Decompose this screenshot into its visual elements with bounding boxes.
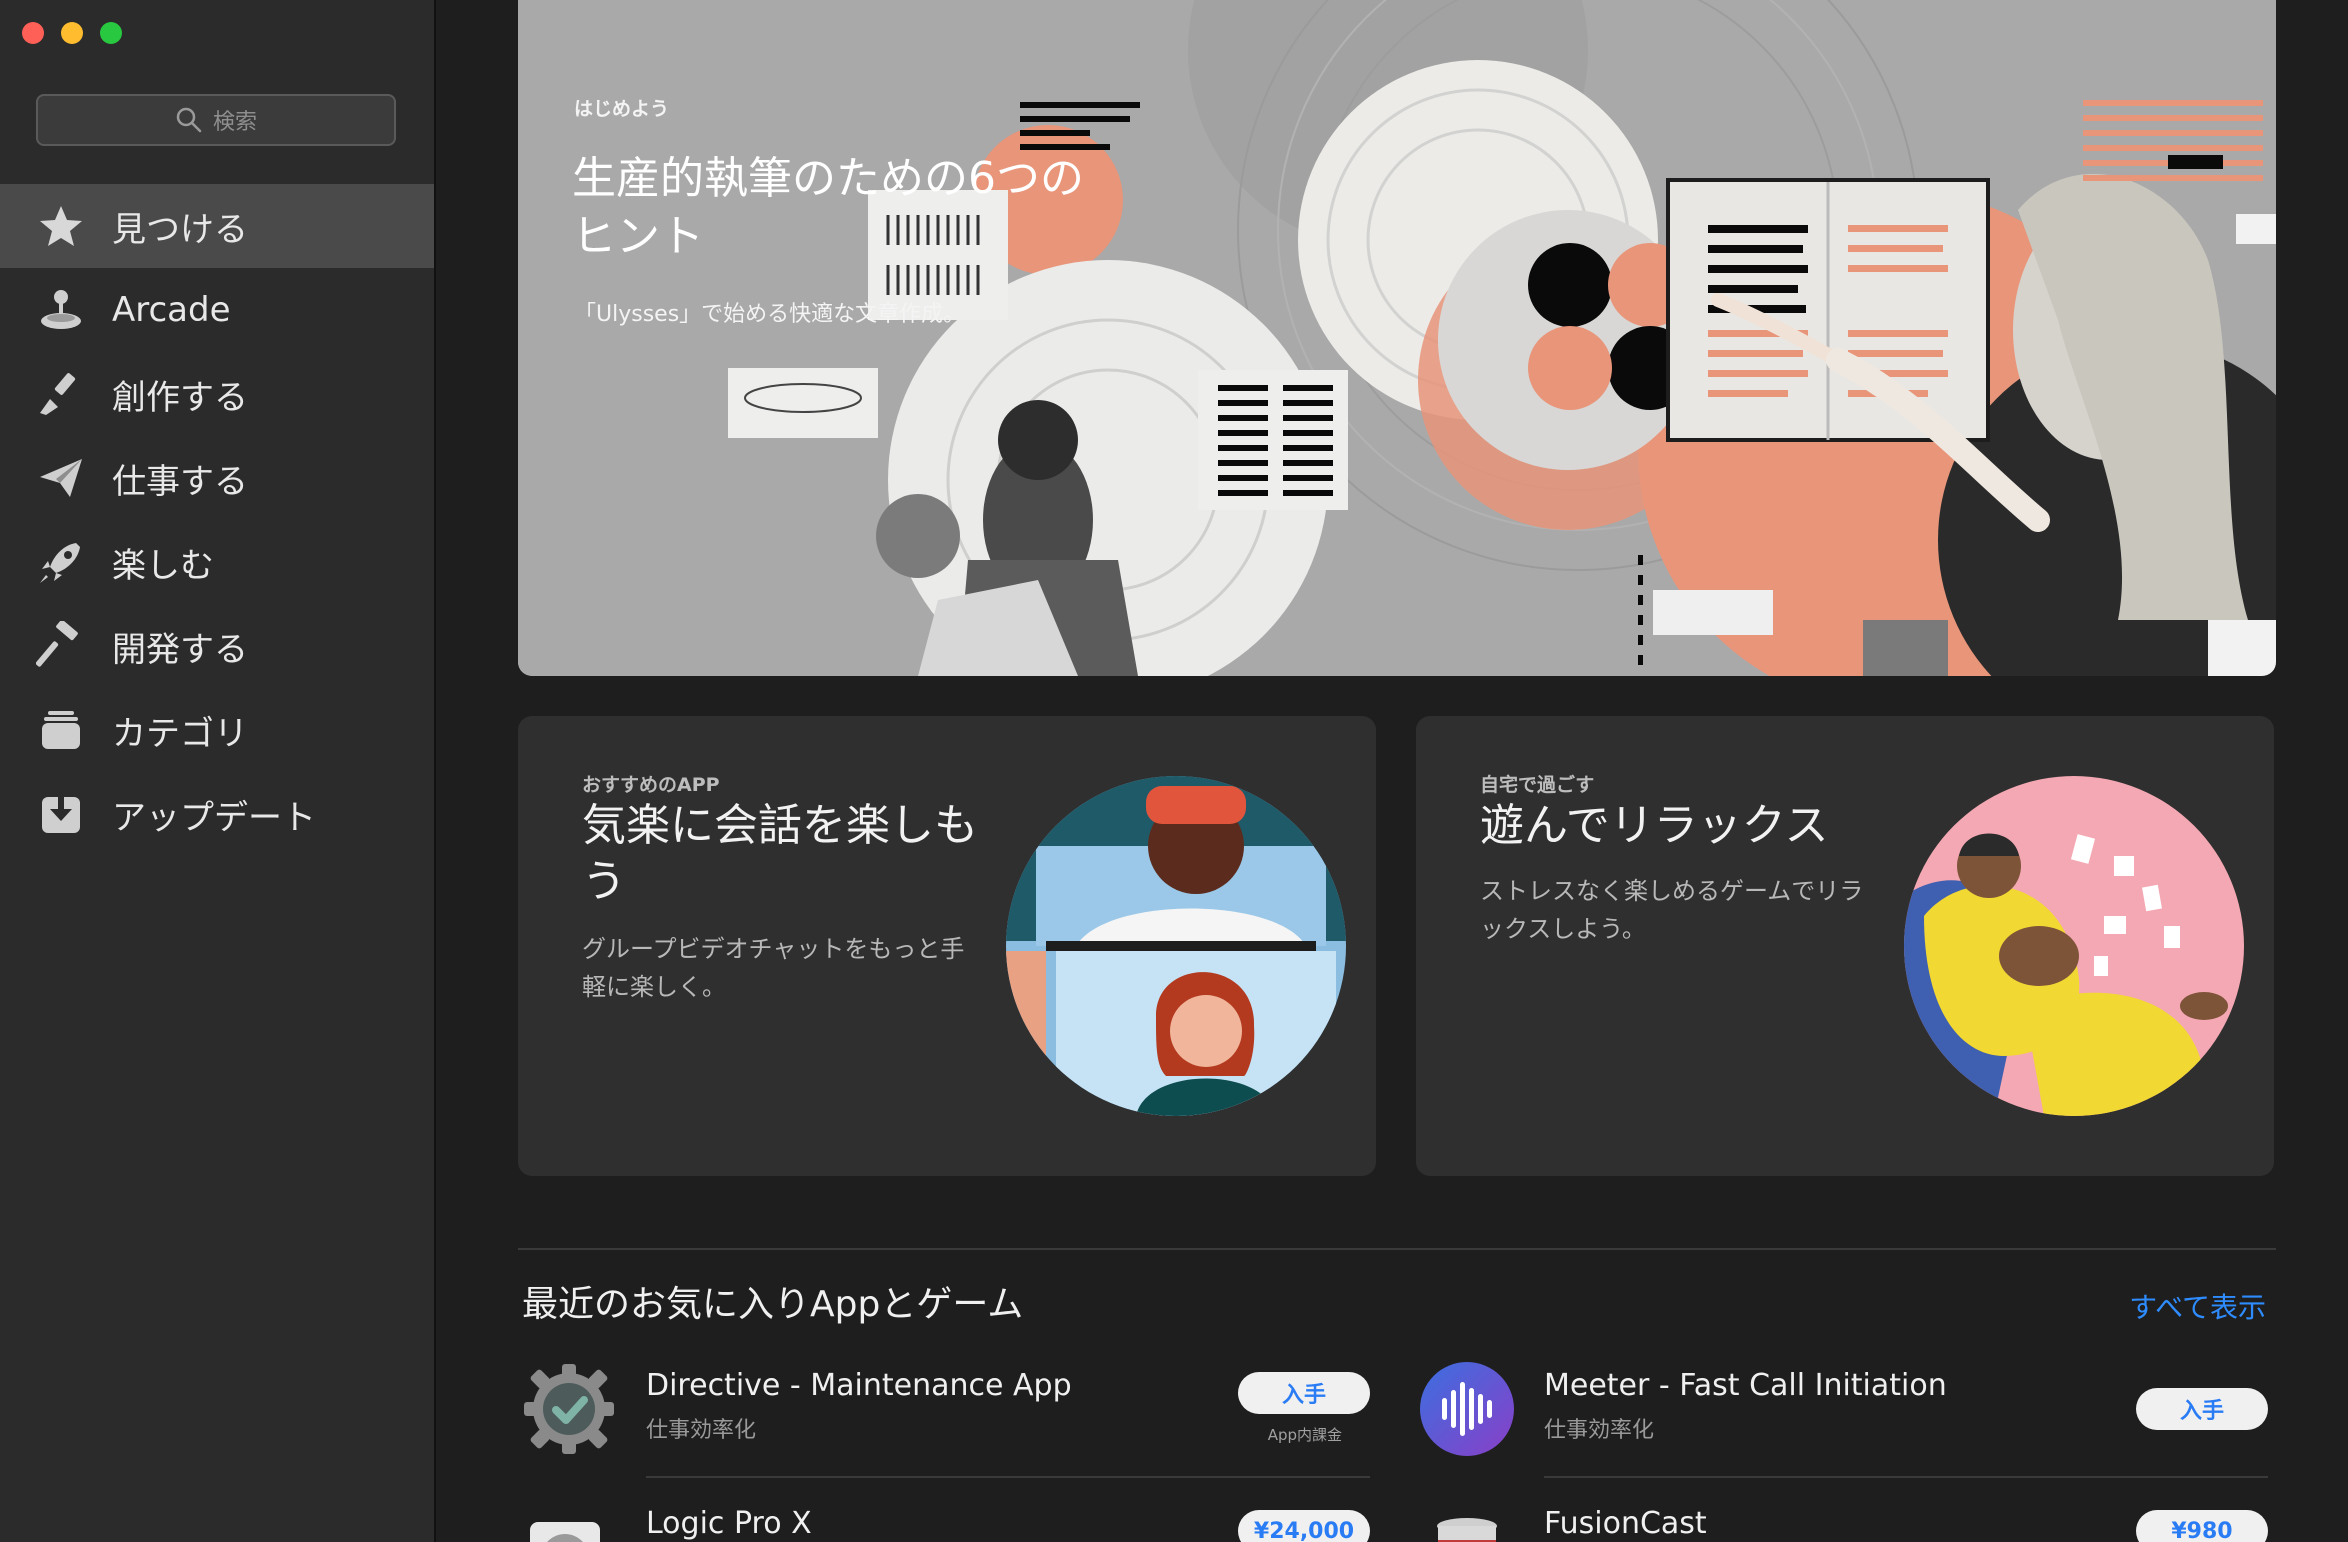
minimize-window-button[interactable]: [61, 22, 83, 44]
window-controls: [22, 22, 122, 44]
app-row[interactable]: Directive - Maintenance App 仕事効率化 入手 App…: [520, 1340, 1370, 1478]
close-window-button[interactable]: [22, 22, 44, 44]
search-input[interactable]: 検索: [36, 94, 396, 146]
card-title: 気楽に会話を楽しもう: [582, 800, 978, 907]
joystick-icon: [36, 285, 86, 335]
rocket-icon: [36, 537, 86, 587]
fusioncast-icon: [1418, 1498, 1516, 1542]
search-placeholder: 検索: [212, 110, 257, 135]
paper-plane-icon: [36, 453, 86, 503]
sidebar-item-label: 楽しむ: [112, 545, 214, 586]
app-name: Directive - Maintenance App: [646, 1368, 1072, 1403]
hero-banner[interactable]: はじめよう 生産的執筆のための6つのヒント 「Ulysses」で始める快適な文章…: [518, 0, 2276, 676]
stack-icon: [36, 705, 86, 755]
relaxing-person-illustration: [1904, 776, 2244, 1116]
main-content: はじめよう 生産的執筆のための6つのヒント 「Ulysses」で始める快適な文章…: [436, 0, 2348, 1542]
sidebar-item-create[interactable]: 創作する: [0, 352, 434, 436]
sidebar-item-label: カテゴリ: [112, 713, 248, 754]
search-icon: [176, 107, 202, 133]
app-name: FusionCast: [1544, 1506, 1707, 1541]
brush-icon: [36, 369, 86, 419]
video-chat-illustration: [1006, 776, 1346, 1116]
app-name: Meeter - Fast Call Initiation: [1544, 1368, 1947, 1403]
sidebar-item-updates[interactable]: アップデート: [0, 772, 434, 856]
soundwave-icon: [1418, 1360, 1516, 1458]
sidebar-item-work[interactable]: 仕事する: [0, 436, 434, 520]
star-icon: [36, 201, 86, 251]
sidebar-item-categories[interactable]: カテゴリ: [0, 688, 434, 772]
gear-check-icon: [520, 1360, 618, 1458]
sidebar-item-label: 見つける: [112, 209, 248, 250]
card-description: グループビデオチャットをもっと手軽に楽しく。: [582, 935, 965, 1001]
hero-eyebrow: はじめよう: [574, 98, 670, 120]
price-button[interactable]: ¥980: [2136, 1510, 2268, 1542]
hero-title: 生産的執筆のための6つのヒント: [572, 153, 1084, 262]
card-eyebrow: おすすめのAPP: [582, 774, 720, 796]
featured-card-relax[interactable]: 自宅で過ごす 遊んでリラックス ストレスなく楽しめるゲームでリラックスしよう。: [1416, 716, 2274, 1176]
card-description: ストレスなく楽しめるゲームでリラックスしよう。: [1480, 877, 1864, 943]
download-icon: [36, 789, 86, 839]
maximize-window-button[interactable]: [100, 22, 122, 44]
app-row[interactable]: FusionCast ¥980: [1418, 1478, 2268, 1542]
app-category: 仕事効率化: [646, 1418, 757, 1443]
sidebar-item-label: 仕事する: [112, 461, 248, 502]
in-app-purchase-note: App内課金: [1267, 1426, 1342, 1444]
hero-illustration: [518, 0, 2276, 676]
get-button[interactable]: 入手: [1238, 1372, 1370, 1414]
sidebar-item-develop[interactable]: 開発する: [0, 604, 434, 688]
card-title: 遊んでリラックス: [1480, 800, 1829, 851]
card-eyebrow: 自宅で過ごす: [1480, 774, 1595, 796]
sidebar: 検索 見つける Arcade 創作する 仕事する 楽しむ 開発する カテゴリ ア…: [0, 0, 436, 1542]
price-button[interactable]: ¥24,000: [1238, 1510, 1370, 1542]
hammer-icon: [36, 621, 86, 671]
section-divider: [518, 1248, 2276, 1250]
sidebar-item-arcade[interactable]: Arcade: [0, 268, 434, 352]
app-category: 仕事効率化: [1544, 1418, 1655, 1443]
sidebar-item-label: 開発する: [112, 629, 248, 670]
app-name: Logic Pro X: [646, 1506, 812, 1541]
sidebar-item-label: 創作する: [112, 377, 248, 418]
app-row[interactable]: Logic Pro X ¥24,000: [520, 1478, 1370, 1542]
get-button[interactable]: 入手: [2136, 1388, 2268, 1430]
sidebar-item-play[interactable]: 楽しむ: [0, 520, 434, 604]
sidebar-nav: 見つける Arcade 創作する 仕事する 楽しむ 開発する カテゴリ アップデ…: [0, 184, 434, 856]
see-all-link[interactable]: すべて表示: [2129, 1286, 2266, 1326]
sidebar-item-label: Arcade: [112, 290, 231, 330]
sidebar-item-discover[interactable]: 見つける: [0, 184, 434, 268]
logic-pro-icon: [520, 1498, 618, 1542]
app-row[interactable]: Meeter - Fast Call Initiation 仕事効率化 入手: [1418, 1340, 2268, 1478]
sidebar-item-label: アップデート: [112, 797, 316, 838]
featured-card-chat[interactable]: おすすめのAPP 気楽に会話を楽しもう グループビデオチャットをもっと手軽に楽し…: [518, 716, 1376, 1176]
hero-subtitle: 「Ulysses」で始める快適な文章作成。: [574, 302, 966, 327]
section-title: 最近のお気に入りAppとゲーム: [522, 1284, 1024, 1325]
